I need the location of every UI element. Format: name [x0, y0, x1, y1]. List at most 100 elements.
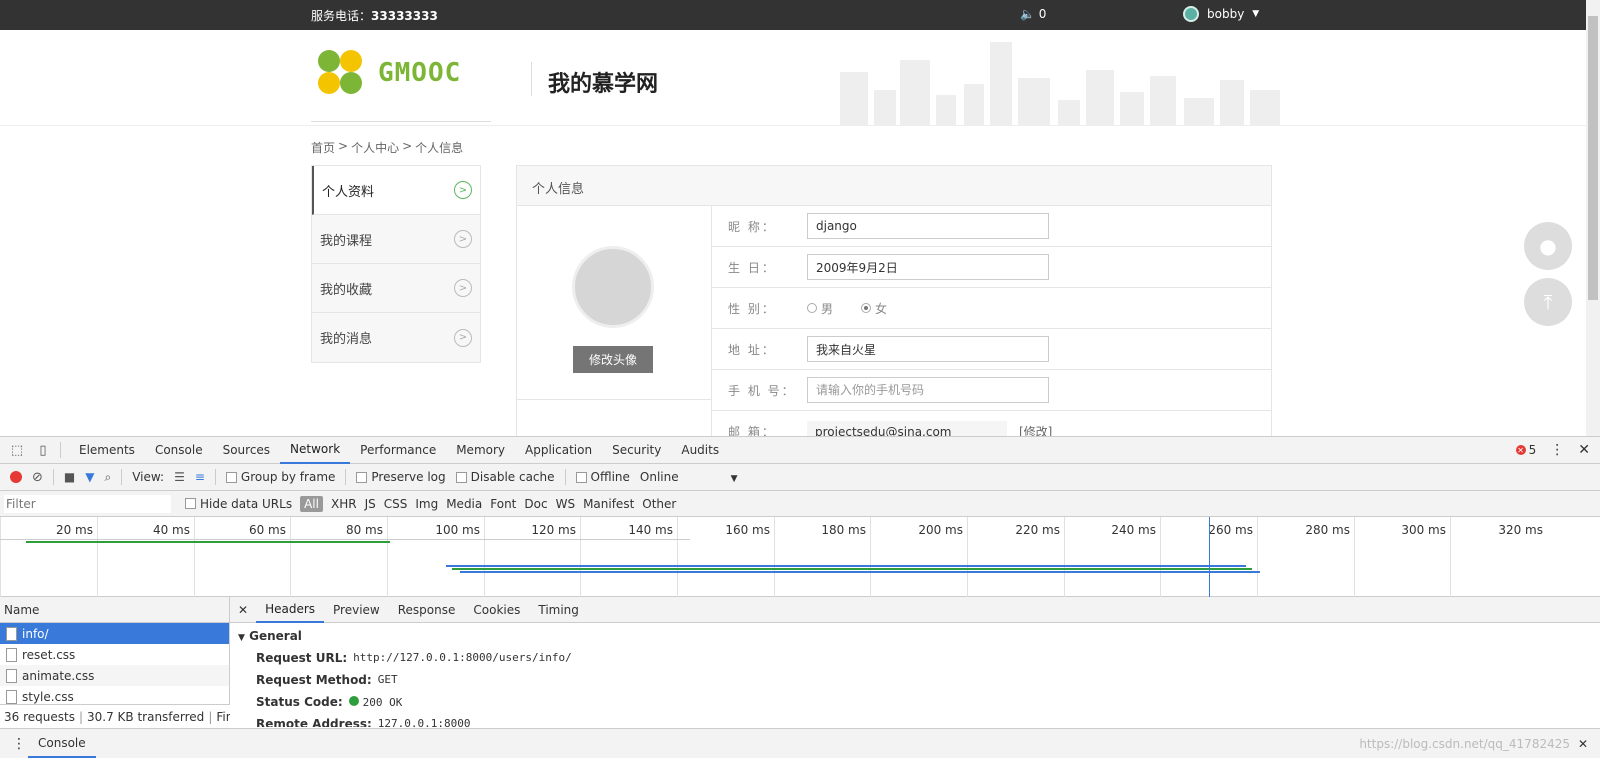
- hide-data-urls-checkbox[interactable]: Hide data URLs: [185, 497, 292, 511]
- tab-preview[interactable]: Preview: [324, 598, 389, 622]
- close-icon[interactable]: ✕: [1578, 442, 1590, 458]
- filter-type-css[interactable]: CSS: [384, 497, 408, 511]
- name-column-header[interactable]: Name: [0, 597, 229, 623]
- tab-audits[interactable]: Audits: [671, 437, 729, 463]
- tab-headers[interactable]: Headers: [256, 597, 325, 623]
- error-badge[interactable]: ✕ 5: [1515, 443, 1537, 457]
- breadcrumb-home[interactable]: 首页: [311, 139, 335, 156]
- birthday-row: 生 日：: [712, 247, 1271, 288]
- user-menu[interactable]: bobby ▼: [1183, 6, 1259, 22]
- filter-type-img[interactable]: Img: [415, 497, 438, 511]
- divider: [52, 469, 54, 485]
- sidebar-item-label: 我的课程: [320, 233, 373, 249]
- devtools-tabbar: ⬚ ▯ Elements Console Sources Network Per…: [0, 437, 1600, 464]
- page-title: 我的慕学网: [548, 72, 659, 97]
- sidebar-item-courses[interactable]: 我的课程 >: [312, 215, 480, 264]
- filter-type-js[interactable]: JS: [365, 497, 376, 511]
- tab-console[interactable]: Console: [145, 437, 213, 463]
- tab-response[interactable]: Response: [389, 598, 465, 622]
- sidebar-item-messages[interactable]: 我的消息 >: [312, 313, 480, 362]
- back-to-top-button[interactable]: ⤒: [1524, 278, 1572, 326]
- tab-memory[interactable]: Memory: [446, 437, 515, 463]
- divider: [60, 442, 61, 458]
- filter-type-media[interactable]: Media: [446, 497, 482, 511]
- filter-type-other[interactable]: Other: [642, 497, 676, 511]
- general-section-header[interactable]: ▼ General: [238, 629, 1592, 643]
- error-icon: ✕: [1515, 445, 1526, 455]
- nickname-input[interactable]: [807, 213, 1049, 239]
- record-icon[interactable]: [10, 471, 22, 483]
- throttling-select[interactable]: Online ▼: [640, 470, 738, 484]
- disable-cache-checkbox[interactable]: Disable cache: [455, 470, 555, 484]
- address-input[interactable]: [807, 336, 1049, 362]
- email-modify-link[interactable]: [修改]: [1019, 423, 1052, 436]
- offline-checkbox[interactable]: Offline: [575, 470, 630, 484]
- tab-timing[interactable]: Timing: [529, 598, 588, 622]
- group-by-frame-checkbox[interactable]: Group by frame: [225, 470, 335, 484]
- sidebar-item-label: 我的收藏: [320, 282, 373, 298]
- radio-icon: [807, 303, 817, 313]
- tab-security[interactable]: Security: [602, 437, 671, 463]
- device-toolbar-icon[interactable]: ▯: [34, 442, 52, 458]
- tab-network[interactable]: Network: [280, 436, 351, 464]
- filter-type-all[interactable]: All: [300, 495, 323, 512]
- mobile-input[interactable]: [807, 377, 1049, 403]
- clear-icon[interactable]: ⊘: [32, 470, 43, 485]
- waterfall-overview-icon[interactable]: ≡: [195, 470, 205, 484]
- capture-screenshots-icon[interactable]: ■: [64, 470, 75, 484]
- drawer-menu-icon[interactable]: ⋮: [12, 736, 26, 752]
- breadcrumb-center[interactable]: 个人中心: [351, 139, 399, 156]
- breadcrumb-current: 个人信息: [415, 141, 464, 155]
- tab-elements[interactable]: Elements: [69, 437, 145, 463]
- preserve-log-checkbox[interactable]: Preserve log: [356, 470, 446, 484]
- filter-type-manifest[interactable]: Manifest: [583, 497, 634, 511]
- qq-contact-button[interactable]: ●: [1524, 222, 1572, 270]
- tab-cookies[interactable]: Cookies: [464, 598, 529, 622]
- filter-type-ws[interactable]: WS: [556, 497, 575, 511]
- checkbox-icon: [356, 471, 368, 483]
- triangle-down-icon: ▼: [238, 633, 245, 643]
- change-avatar-button[interactable]: 修改头像: [573, 346, 653, 373]
- filter-type-xhr[interactable]: XHR: [331, 497, 357, 511]
- sidebar-item-favorites[interactable]: 我的收藏 >: [312, 264, 480, 313]
- status-ok-icon: [348, 696, 359, 706]
- notification-volume[interactable]: 🔈 0: [1020, 7, 1046, 21]
- birthday-input[interactable]: [807, 254, 1049, 280]
- radio-checked-icon: [861, 303, 872, 313]
- checkbox-icon: [575, 471, 587, 483]
- waterfall-bars: [0, 517, 1260, 597]
- drawer-tab-console[interactable]: Console: [28, 730, 96, 758]
- error-count: 5: [1528, 443, 1537, 457]
- site-logo[interactable]: GMOOC: [318, 50, 461, 96]
- filter-type-doc[interactable]: Doc: [524, 497, 547, 511]
- divider: [121, 469, 123, 485]
- filter-input[interactable]: [4, 494, 171, 513]
- remote-address-row: Remote Address: 127.0.0.1:8000: [256, 717, 1592, 727]
- close-icon[interactable]: ✕: [1578, 737, 1588, 751]
- search-icon[interactable]: ⌕: [104, 470, 111, 485]
- request-row[interactable]: info/: [0, 623, 229, 644]
- scrollbar-thumb[interactable]: [1588, 16, 1598, 300]
- sidebar-item-profile[interactable]: 个人资料 >: [312, 166, 480, 215]
- filter-icon[interactable]: ▼: [85, 470, 94, 484]
- request-row[interactable]: animate.css: [0, 665, 229, 686]
- inspect-element-icon[interactable]: ⬚: [8, 442, 26, 458]
- gender-male-radio[interactable]: 男: [807, 300, 833, 317]
- tab-sources[interactable]: Sources: [213, 437, 280, 463]
- nickname-label: 昵 称：: [728, 219, 776, 234]
- network-overview-timeline[interactable]: 20 ms 40 ms 60 ms 80 ms 100 ms 120 ms 14…: [0, 517, 1600, 597]
- network-filter-bar: Hide data URLs All XHR JS CSS Img Media …: [0, 491, 1600, 517]
- tab-performance[interactable]: Performance: [350, 437, 446, 463]
- header-key: Request Method:: [256, 673, 372, 687]
- page-scrollbar[interactable]: [1586, 0, 1600, 436]
- filter-type-font[interactable]: Font: [490, 497, 516, 511]
- large-rows-icon[interactable]: ☰: [174, 470, 185, 484]
- request-row[interactable]: reset.css: [0, 644, 229, 665]
- header-value: 127.0.0.1:8000: [377, 717, 471, 727]
- gender-female-radio[interactable]: 女: [861, 300, 887, 317]
- more-options-icon[interactable]: ⋮: [1550, 442, 1564, 458]
- waterfall-bar: [446, 565, 1246, 567]
- tab-application[interactable]: Application: [515, 437, 602, 463]
- city-skyline-icon: [840, 42, 1280, 126]
- close-icon[interactable]: ✕: [238, 603, 248, 617]
